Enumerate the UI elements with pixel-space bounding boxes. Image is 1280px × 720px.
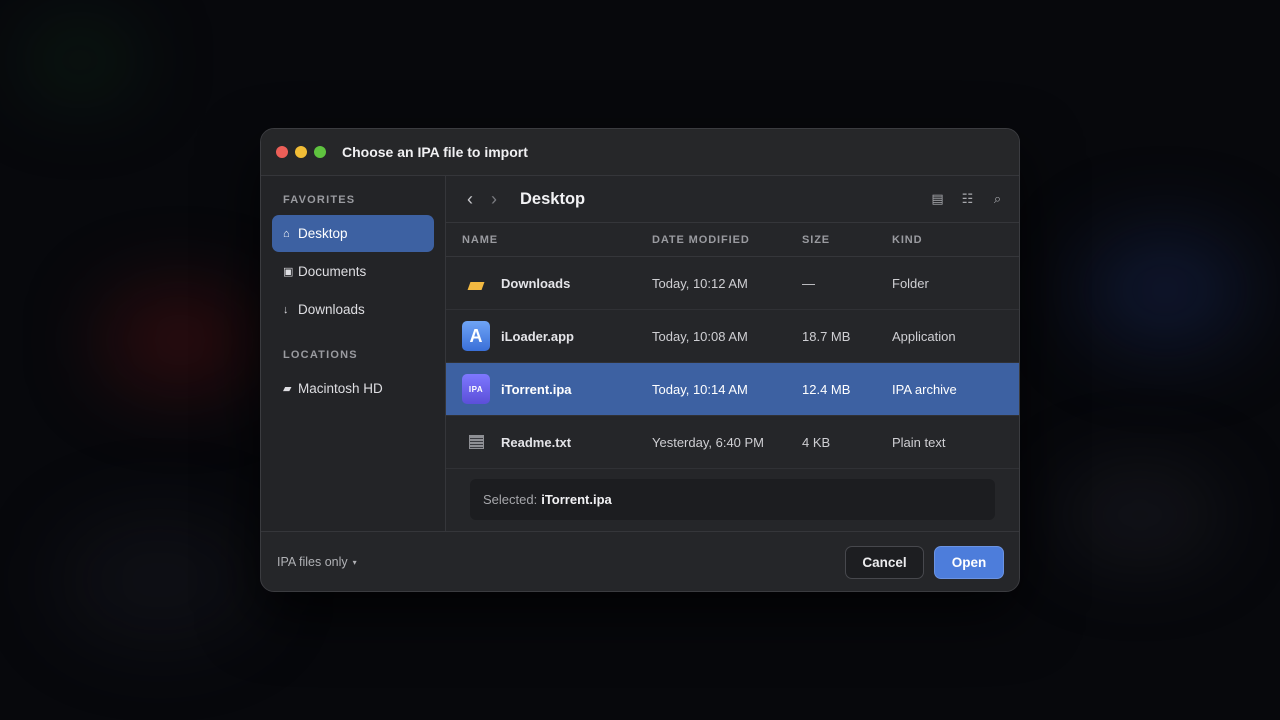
sidebar-item-label: Macintosh HD bbox=[298, 381, 383, 396]
download-arrow-icon: ↓ bbox=[283, 303, 289, 316]
sidebar-item-macintosh-hd[interactable]: ▰ Macintosh HD bbox=[272, 370, 434, 407]
sidebar: FAVORITES ⌂ Desktop ▣ Documents ↓ Downlo… bbox=[261, 176, 446, 531]
column-header-kind[interactable]: KIND bbox=[892, 234, 1019, 246]
file-chooser-dialog: Choose an IPA file to import FAVORITES ⌂… bbox=[260, 128, 1020, 592]
window-controls bbox=[276, 146, 326, 158]
ipa-file-icon: IPA bbox=[462, 374, 490, 404]
dialog-title: Choose an IPA file to import bbox=[342, 144, 528, 160]
minimize-window-button[interactable] bbox=[295, 146, 307, 158]
selection-label: Selected: bbox=[483, 492, 538, 507]
table-row[interactable]: Downloads Today, 10:12 AM — Folder bbox=[446, 257, 1019, 310]
open-button[interactable]: Open bbox=[934, 545, 1004, 579]
browser-toolbar: ‹ › Desktop ▤ ☷ ⌕ bbox=[446, 176, 1019, 223]
file-size: — bbox=[802, 275, 815, 291]
text-file-icon bbox=[462, 427, 490, 457]
cancel-button[interactable]: Cancel bbox=[845, 545, 924, 579]
title-bar: Choose an IPA file to import bbox=[261, 129, 1019, 176]
favorites-section-label: FAVORITES bbox=[283, 194, 356, 206]
column-header-size[interactable]: SIZE bbox=[802, 234, 892, 246]
filter-label: IPA files only bbox=[277, 555, 348, 569]
app-icon: A bbox=[462, 321, 490, 351]
locations-section-label: LOCATIONS bbox=[283, 349, 358, 361]
selected-file-name: iTorrent.ipa bbox=[541, 492, 612, 507]
chevron-down-icon: ▾ bbox=[352, 557, 357, 567]
file-browser: ‹ › Desktop ▤ ☷ ⌕ NAME DATE MODIFIED SIZ… bbox=[446, 176, 1019, 531]
sidebar-item-desktop[interactable]: ⌂ Desktop bbox=[272, 215, 434, 252]
dialog-footer: IPA files only ▾ Cancel Open bbox=[261, 531, 1019, 591]
home-icon: ⌂ bbox=[283, 227, 290, 240]
file-name: Readme.txt bbox=[501, 434, 572, 450]
file-name: iTorrent.ipa bbox=[501, 381, 572, 397]
column-header-date-modified[interactable]: DATE MODIFIED bbox=[652, 234, 802, 246]
sidebar-item-documents[interactable]: ▣ Documents bbox=[272, 253, 434, 290]
file-date: Today, 10:08 AM bbox=[652, 328, 748, 344]
file-name: Downloads bbox=[501, 275, 571, 291]
column-header-name[interactable]: NAME bbox=[446, 234, 652, 246]
search-icon[interactable]: ⌕ bbox=[991, 191, 1004, 207]
file-size: 4 KB bbox=[802, 434, 831, 450]
zoom-window-button[interactable] bbox=[314, 146, 326, 158]
file-size: 18.7 MB bbox=[802, 328, 851, 344]
table-row[interactable]: A iLoader.app Today, 10:08 AM 18.7 MB Ap… bbox=[446, 310, 1019, 363]
sidebar-item-label: Documents bbox=[298, 264, 367, 279]
file-kind: Folder bbox=[892, 275, 929, 291]
grid-view-icon[interactable]: ☷ bbox=[961, 191, 974, 207]
list-view-icon[interactable]: ▤ bbox=[931, 191, 944, 207]
back-chevron-icon[interactable]: ‹ bbox=[462, 189, 478, 210]
file-kind: Application bbox=[892, 328, 956, 344]
current-folder-title: Desktop bbox=[520, 189, 586, 208]
file-name: iLoader.app bbox=[501, 328, 574, 344]
folder-icon bbox=[462, 268, 490, 298]
sidebar-item-label: Desktop bbox=[298, 226, 348, 241]
selection-summary: Selected: iTorrent.ipa bbox=[470, 479, 995, 520]
table-header: NAME DATE MODIFIED SIZE KIND bbox=[446, 223, 1019, 257]
file-size: 12.4 MB bbox=[802, 381, 851, 397]
sidebar-item-downloads[interactable]: ↓ Downloads bbox=[272, 291, 434, 328]
file-type-filter[interactable]: IPA files only ▾ bbox=[277, 555, 845, 569]
file-kind: IPA archive bbox=[892, 381, 957, 397]
file-date: Today, 10:14 AM bbox=[652, 381, 748, 397]
table-row-selected[interactable]: IPA iTorrent.ipa Today, 10:14 AM 12.4 MB… bbox=[446, 363, 1019, 416]
forward-chevron-icon[interactable]: › bbox=[486, 189, 502, 210]
close-window-button[interactable] bbox=[276, 146, 288, 158]
file-date: Yesterday, 6:40 PM bbox=[652, 434, 765, 450]
file-date: Today, 10:12 AM bbox=[652, 275, 748, 291]
documents-icon: ▣ bbox=[283, 266, 294, 278]
file-kind: Plain text bbox=[892, 434, 946, 450]
table-row[interactable]: Readme.txt Yesterday, 6:40 PM 4 KB Plain… bbox=[446, 416, 1019, 469]
drive-icon: ▰ bbox=[283, 383, 292, 395]
sidebar-item-label: Downloads bbox=[298, 302, 365, 317]
